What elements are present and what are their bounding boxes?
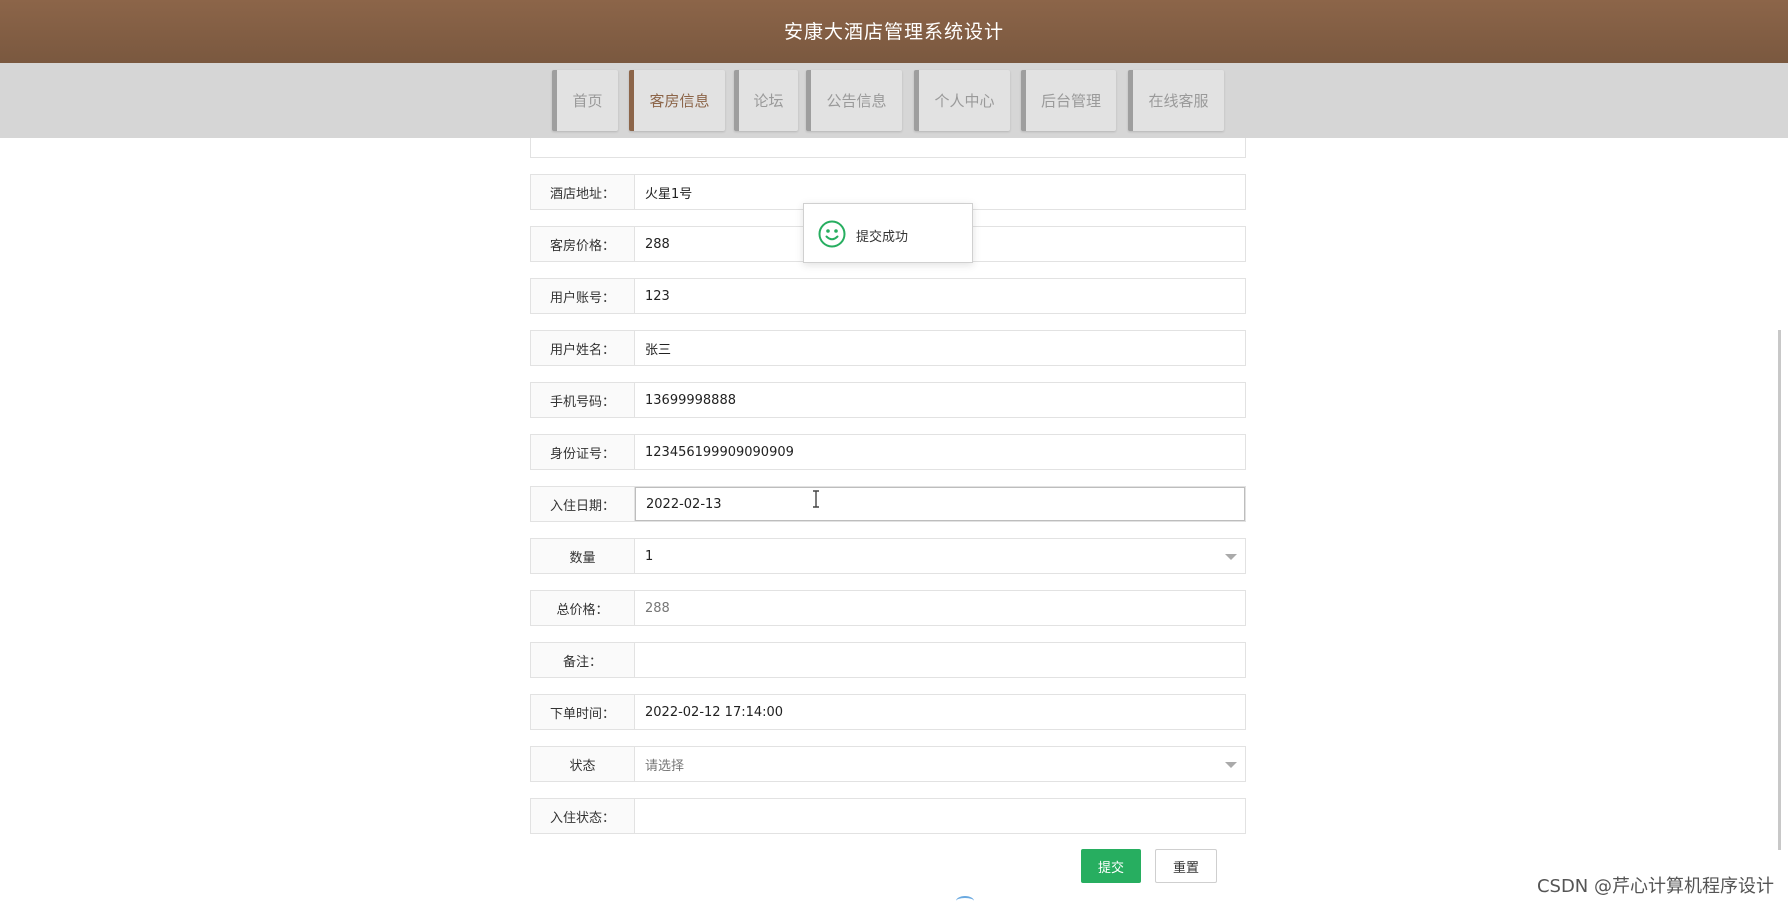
field-label: 数量 [531, 539, 635, 573]
chevron-down-icon [1225, 554, 1237, 560]
toast-message: 提交成功 [856, 230, 909, 245]
field-label: 身份证号： [531, 435, 635, 469]
nav-announcements[interactable]: 公告信息 [806, 70, 902, 131]
phone-input[interactable]: 13699998888 [635, 383, 1245, 417]
field-label: 总价格： [531, 591, 635, 625]
form-row-quantity: 数量 1 [530, 538, 1246, 574]
field-label: 状态 [531, 747, 635, 781]
top-header: 安康大酒店管理系统设计 [0, 0, 1788, 63]
nav-admin[interactable]: 后台管理 [1021, 70, 1116, 131]
status-select[interactable]: 请选择 [635, 747, 1245, 781]
order-time-input[interactable]: 2022-02-12 17:14:00 [635, 695, 1245, 729]
field-label: 酒店地址： [531, 175, 635, 209]
loading-indicator [956, 896, 974, 906]
reset-button[interactable]: 重置 [1155, 849, 1217, 883]
user-account-input[interactable]: 123 [635, 279, 1245, 313]
field-label: 用户账号： [531, 279, 635, 313]
form-row-total-price: 总价格： 288 [530, 590, 1246, 626]
nav-rooms[interactable]: 客房信息 [629, 70, 725, 131]
form-row-user-name: 用户姓名： 张三 [530, 330, 1246, 366]
form-row-user-account: 用户账号： 123 [530, 278, 1246, 314]
form-row-id-number: 身份证号： 123456199909090909 [530, 434, 1246, 470]
form-row-phone: 手机号码： 13699998888 [530, 382, 1246, 418]
nav-personal-center[interactable]: 个人中心 [914, 70, 1010, 131]
quantity-value: 1 [645, 548, 654, 564]
checkin-date-input[interactable]: 2022-02-13 [635, 487, 1245, 521]
total-price-input[interactable]: 288 [635, 591, 1245, 625]
form-row-checkin-status: 入住状态： [530, 798, 1246, 834]
field-label: 客房价格： [531, 227, 635, 261]
form-row-order-time: 下单时间： 2022-02-12 17:14:00 [530, 694, 1246, 730]
submit-button[interactable]: 提交 [1081, 849, 1141, 883]
field-label: 下单时间： [531, 695, 635, 729]
field-label: 手机号码： [531, 383, 635, 417]
field-label: 入住状态： [531, 799, 635, 833]
field-label: 备注： [531, 643, 635, 677]
previous-field-stub [530, 138, 1246, 158]
form-row-status: 状态 请选择 [530, 746, 1246, 782]
scrollbar[interactable] [1778, 330, 1781, 850]
nav-forum[interactable]: 论坛 [734, 70, 798, 131]
user-name-input[interactable]: 张三 [635, 331, 1245, 365]
checkin-status-input[interactable] [635, 799, 1245, 833]
chevron-down-icon [1225, 762, 1237, 768]
id-number-input[interactable]: 123456199909090909 [635, 435, 1245, 469]
site-title: 安康大酒店管理系统设计 [783, 21, 1004, 43]
watermark: CSDN @芹心计算机程序设计 [1536, 876, 1774, 897]
status-placeholder: 请选择 [645, 758, 685, 774]
field-label: 用户姓名： [531, 331, 635, 365]
text-cursor-icon [813, 490, 819, 508]
form-row-remarks: 备注： [530, 642, 1246, 678]
form-row-checkin-date: 入住日期： 2022-02-13 [530, 486, 1246, 522]
success-toast: 提交成功 [803, 203, 973, 263]
nav-online-service[interactable]: 在线客服 [1128, 70, 1224, 131]
remarks-input[interactable] [635, 643, 1245, 677]
smile-icon [818, 220, 846, 248]
nav-home[interactable]: 首页 [552, 70, 618, 131]
field-label: 入住日期： [531, 487, 635, 521]
quantity-select[interactable]: 1 [635, 539, 1245, 573]
main-nav: 首页 客房信息 论坛 公告信息 个人中心 后台管理 在线客服 [0, 63, 1788, 138]
